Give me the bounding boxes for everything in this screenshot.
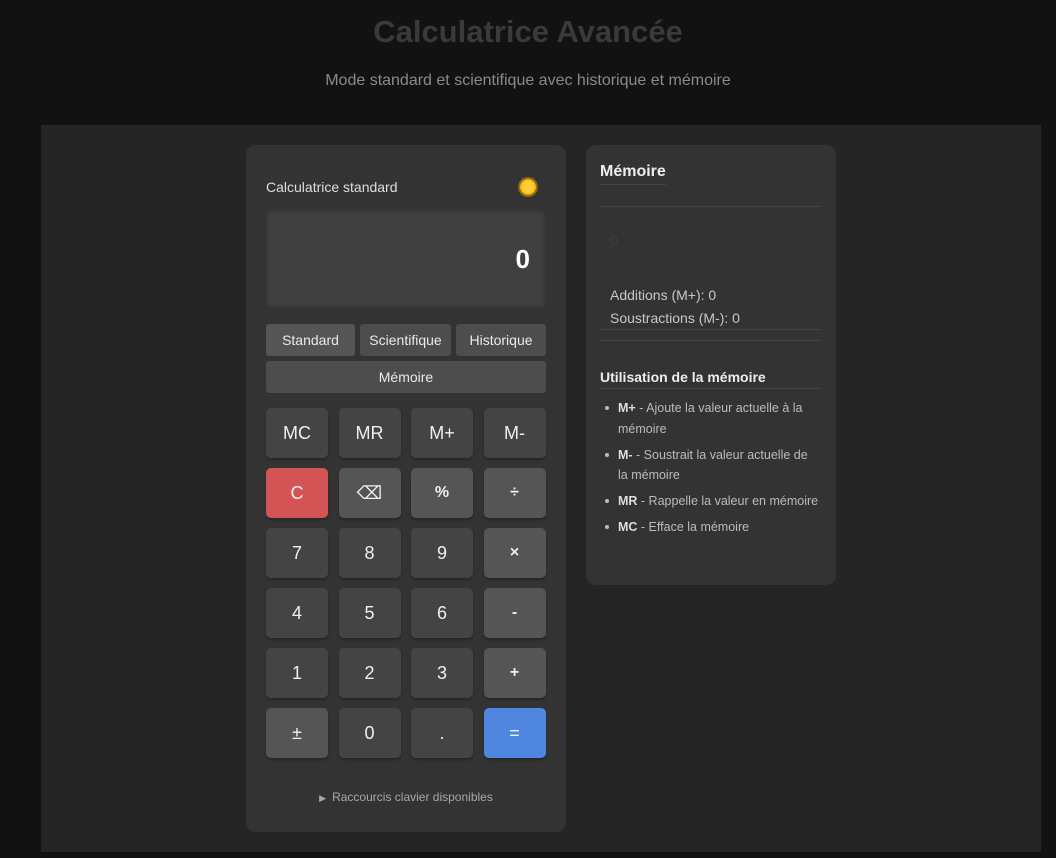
tab-scientific[interactable]: Scientifique [360, 324, 451, 356]
main-area: Calculatrice standard 0 Standard Scienti… [41, 125, 1041, 852]
memory-recall-button[interactable]: MR [338, 408, 401, 458]
page-title: Calculatrice Avancée [373, 14, 683, 49]
decimal-button[interactable]: . [411, 708, 473, 758]
keyboard-shortcuts-toggle[interactable]: ▶ Raccourcis clavier disponibles [246, 790, 566, 804]
digit-0-button[interactable]: 0 [338, 708, 401, 758]
memory-add-button[interactable]: M+ [411, 408, 473, 458]
sun-icon[interactable] [520, 179, 536, 195]
list-item: MR - Rappelle la valeur en mémoire [600, 491, 820, 512]
calculator-display: 0 [266, 210, 546, 308]
calculator-header: Calculatrice standard [266, 175, 546, 199]
memory-usage-list: M+ - Ajoute la valeur actuelle à la mémo… [600, 398, 820, 543]
calculator-title: Calculatrice standard [266, 179, 398, 195]
usage-text: - Efface la mémoire [637, 520, 750, 534]
usage-text: - Soustrait la valeur actuelle de la mém… [618, 447, 808, 483]
digit-8-button[interactable]: 8 [338, 528, 401, 578]
percent-button[interactable]: % [411, 468, 473, 518]
divide-button[interactable]: ÷ [483, 468, 546, 518]
memory-value: 0 [610, 232, 618, 248]
usage-key: MC [618, 520, 638, 534]
equals-button[interactable]: = [483, 708, 546, 758]
divider [600, 329, 820, 330]
triangle-right-icon: ▶ [319, 793, 327, 803]
digit-7-button[interactable]: 7 [266, 528, 328, 578]
memory-clear-button[interactable]: MC [266, 408, 328, 458]
usage-key: M+ [618, 401, 636, 415]
plus-button[interactable]: + [483, 648, 546, 698]
digit-9-button[interactable]: 9 [411, 528, 473, 578]
digit-5-button[interactable]: 5 [338, 588, 401, 638]
memory-usage-title: Utilisation de la mémoire [600, 369, 820, 389]
calculator-panel: Calculatrice standard 0 Standard Scienti… [246, 145, 566, 832]
memory-title: Mémoire [600, 163, 666, 185]
memory-subtract-button[interactable]: M- [483, 408, 546, 458]
digit-6-button[interactable]: 6 [411, 588, 473, 638]
list-item: MC - Efface la mémoire [600, 517, 820, 538]
clear-button[interactable]: C [266, 468, 328, 518]
usage-key: M- [618, 447, 633, 462]
list-item: M+ - Ajoute la valeur actuelle à la mémo… [600, 398, 820, 439]
memory-additions: Additions (M+): 0 [610, 287, 717, 303]
divider [600, 340, 820, 341]
usage-text: - Rappelle la valeur en mémoire [637, 494, 819, 508]
divider [600, 206, 820, 207]
minus-button[interactable]: - [483, 588, 546, 638]
memory-subtractions: Soustractions (M-): 0 [610, 310, 740, 326]
tab-memory[interactable]: Mémoire [266, 361, 546, 393]
page-subtitle: Mode standard et scientifique avec histo… [325, 72, 731, 89]
usage-text: - Ajoute la valeur actuelle à la mémoire [618, 401, 803, 436]
usage-key: MR [618, 494, 638, 508]
keypad: MC MR M+ M- C ⌫ % ÷ 7 8 9 × 4 5 6 - 1 2 … [266, 408, 546, 758]
digit-2-button[interactable]: 2 [338, 648, 401, 698]
keyboard-shortcuts-label: Raccourcis clavier disponibles [332, 790, 493, 804]
memory-panel: Mémoire 0 Additions (M+): 0 Soustraction… [586, 145, 836, 585]
digit-3-button[interactable]: 3 [411, 648, 473, 698]
tab-standard[interactable]: Standard [266, 324, 355, 356]
list-item: M- - Soustrait la valeur actuelle de la … [600, 445, 820, 486]
multiply-button[interactable]: × [483, 528, 546, 578]
tab-history[interactable]: Historique [456, 324, 546, 356]
mode-tabs: Standard Scientifique Historique Mémoire [266, 324, 546, 393]
negate-button[interactable]: ± [266, 708, 328, 758]
backspace-button[interactable]: ⌫ [338, 468, 401, 518]
digit-1-button[interactable]: 1 [266, 648, 328, 698]
digit-4-button[interactable]: 4 [266, 588, 328, 638]
